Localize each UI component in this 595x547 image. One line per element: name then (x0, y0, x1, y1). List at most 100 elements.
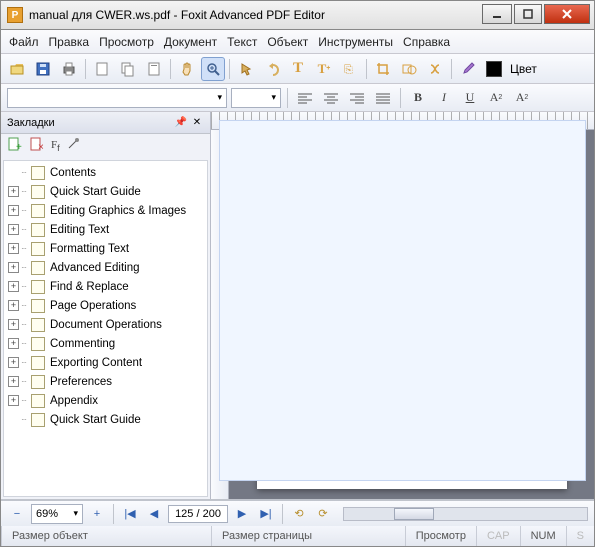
bookmark-tools: + × Ff (1, 134, 210, 158)
bookmark-label: Exporting Content (50, 357, 142, 369)
bookmark-item[interactable]: +···Commenting (4, 334, 207, 353)
color-swatch-button[interactable] (482, 57, 506, 81)
italic-button[interactable]: I (433, 87, 455, 109)
text-plus-button[interactable]: T+ (312, 57, 336, 81)
status-obj-size: Размер объект (1, 526, 211, 546)
zoom-tool-button[interactable] (201, 57, 225, 81)
nav-fwd-button[interactable]: ⟳ (313, 504, 333, 524)
zoom-combo[interactable]: 69%▾ (31, 504, 83, 524)
bookmark-item[interactable]: +···Exporting Content (4, 353, 207, 372)
undo-button[interactable] (260, 57, 284, 81)
expand-icon[interactable]: + (8, 262, 19, 273)
hand-tool-button[interactable] (175, 57, 199, 81)
expand-icon[interactable]: + (8, 300, 19, 311)
subscript-button[interactable]: A2 (511, 87, 533, 109)
bookmark-item[interactable]: ···Quick Start Guide (4, 410, 207, 429)
menu-document[interactable]: Документ (164, 35, 217, 49)
first-page-button[interactable]: |◀ (120, 504, 140, 524)
open-button[interactable] (5, 57, 29, 81)
bookmark-item[interactable]: +···Page Operations (4, 296, 207, 315)
expand-icon[interactable]: + (8, 224, 19, 235)
page-input[interactable] (168, 505, 228, 523)
page-icon (31, 318, 45, 332)
expand-icon[interactable]: + (8, 357, 19, 368)
bookmark-item[interactable]: +···Preferences (4, 372, 207, 391)
bookmark-item[interactable]: +···Find & Replace (4, 277, 207, 296)
align-right-button[interactable] (346, 87, 368, 109)
clip-button[interactable] (423, 57, 447, 81)
bookmark-tree[interactable]: ···Contents+···Quick Start Guide+···Edit… (3, 160, 208, 497)
maximize-button[interactable] (514, 4, 542, 24)
close-button[interactable] (544, 4, 590, 24)
close-panel-icon[interactable]: ✕ (190, 116, 204, 130)
print-button[interactable] (57, 57, 81, 81)
next-page-button[interactable]: ▶ (232, 504, 252, 524)
expand-icon[interactable]: + (8, 395, 19, 406)
app-icon: P (7, 7, 23, 23)
link-text-button[interactable]: ⎘ (338, 57, 362, 81)
zoom-in-button[interactable]: + (87, 504, 107, 524)
align-justify-button[interactable] (372, 87, 394, 109)
expand-icon[interactable]: + (8, 243, 19, 254)
zoom-out-button[interactable]: − (7, 504, 27, 524)
copy-button[interactable] (116, 57, 140, 81)
bookmark-item[interactable]: +···Formatting Text (4, 239, 207, 258)
menu-object[interactable]: Объект (267, 35, 308, 49)
crop-button[interactable] (371, 57, 395, 81)
bookmark-item[interactable]: +···Advanced Editing (4, 258, 207, 277)
bookmark-item[interactable]: ···Contents (4, 163, 207, 182)
doc-thumb-2: 2 (413, 321, 549, 330)
menu-file[interactable]: Файл (9, 35, 39, 49)
pointer-tool-button[interactable] (234, 57, 258, 81)
menu-text[interactable]: Текст (227, 35, 257, 49)
bookmark-item[interactable]: +···Editing Text (4, 220, 207, 239)
menu-tools[interactable]: Инструменты (318, 35, 393, 49)
bookmark-item[interactable]: +···Appendix (4, 391, 207, 410)
bookmark-label: Commenting (50, 338, 115, 350)
delete-bookmark-icon[interactable]: × (29, 136, 45, 157)
minimize-button[interactable] (482, 4, 512, 24)
status-scrl: S (566, 526, 594, 546)
expand-icon[interactable]: + (8, 376, 19, 387)
document-viewport[interactable]: Page Operations195 Inserting pages from … (229, 130, 594, 499)
expand-icon[interactable]: + (8, 186, 19, 197)
expand-icon[interactable]: + (8, 319, 19, 330)
bookmark-item[interactable]: +···Document Operations (4, 315, 207, 334)
bookmark-font-icon[interactable]: Ff (51, 139, 60, 153)
page-icon (31, 375, 45, 389)
bookmark-label: Preferences (50, 376, 112, 388)
expand-icon[interactable]: + (8, 338, 19, 349)
bookmarks-title: Закладки (7, 117, 55, 129)
expand-icon[interactable]: + (8, 281, 19, 292)
superscript-button[interactable]: A2 (485, 87, 507, 109)
menu-view[interactable]: Просмотр (99, 35, 154, 49)
page-icon (31, 299, 45, 313)
prev-page-button[interactable]: ◀ (144, 504, 164, 524)
nav-scrollbar[interactable] (343, 507, 588, 521)
bookmark-item[interactable]: +···Editing Graphics & Images (4, 201, 207, 220)
new-doc-button[interactable] (90, 57, 114, 81)
bold-button[interactable]: B (407, 87, 429, 109)
font-size-combo[interactable]: ▾ (231, 88, 281, 108)
pin-icon[interactable]: 📌 (174, 116, 188, 130)
bookmark-label: Advanced Editing (50, 262, 140, 274)
menu-edit[interactable]: Правка (49, 35, 90, 49)
last-page-button[interactable]: ▶| (256, 504, 276, 524)
bookmark-wand-icon[interactable] (66, 137, 80, 156)
align-left-button[interactable] (294, 87, 316, 109)
page-icon (31, 242, 45, 256)
expand-icon[interactable]: + (8, 205, 19, 216)
eyedrop-button[interactable] (456, 57, 480, 81)
nav-back-button[interactable]: ⟲ (289, 504, 309, 524)
font-combo[interactable]: ▾ (7, 88, 227, 108)
align-center-button[interactable] (320, 87, 342, 109)
underline-button[interactable]: U (459, 87, 481, 109)
shapes-button[interactable] (397, 57, 421, 81)
menu-help[interactable]: Справка (403, 35, 450, 49)
bookmark-item[interactable]: +···Quick Start Guide (4, 182, 207, 201)
add-bookmark-icon[interactable]: + (7, 136, 23, 157)
paste-button[interactable] (142, 57, 166, 81)
page-icon (31, 261, 45, 275)
text-button[interactable]: T (286, 57, 310, 81)
save-button[interactable] (31, 57, 55, 81)
